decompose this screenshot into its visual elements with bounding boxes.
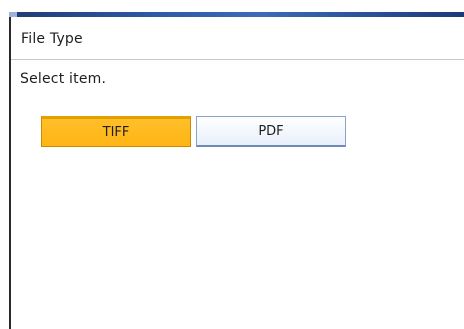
instruction-text: Select item.: [20, 71, 107, 87]
title-row: File Type: [11, 17, 464, 60]
page-title: File Type: [21, 31, 83, 47]
tiff-option-button[interactable]: TIFF: [41, 116, 191, 147]
window-left-frame: [9, 17, 11, 329]
pdf-option-button[interactable]: PDF: [196, 116, 346, 147]
